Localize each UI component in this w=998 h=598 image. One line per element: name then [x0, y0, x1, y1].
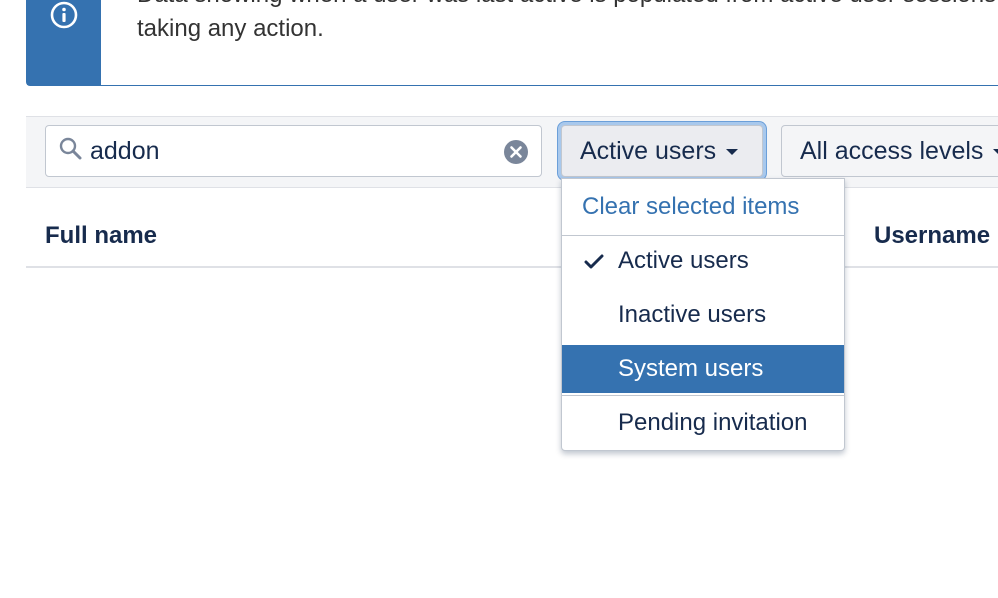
check-icon [584, 254, 604, 269]
access-level-label: All access levels [800, 136, 984, 165]
chevron-down-icon [993, 148, 998, 155]
menu-divider [562, 235, 844, 236]
menu-item-label: Active users [618, 247, 749, 274]
status-filter-menu: Clear selected items Active users Inacti… [561, 178, 845, 451]
banner-message: Data showing when a user was last active… [137, 0, 998, 46]
search-icon [59, 137, 82, 160]
status-filter-dropdown[interactable]: Active users [561, 125, 763, 177]
info-icon [50, 1, 78, 29]
users-table-header: Full name Username [26, 188, 998, 268]
clear-selected-items-link[interactable]: Clear selected items [582, 193, 799, 221]
search-input[interactable] [90, 132, 490, 170]
menu-item-active-users[interactable]: Active users [562, 237, 844, 287]
menu-item-label: System users [618, 355, 764, 382]
menu-item-label: Inactive users [618, 301, 767, 328]
user-management-page: Data showing when a user was last active… [0, 0, 998, 598]
column-header-full-name[interactable]: Full name [45, 222, 157, 250]
banner-line-1: Data showing when a user was last active… [137, 0, 998, 12]
search-box[interactable] [45, 125, 542, 177]
menu-item-pending-invitation[interactable]: Pending invitation [562, 399, 844, 449]
banner-stripe [27, 0, 101, 85]
column-header-username[interactable]: Username [874, 222, 990, 250]
menu-item-inactive-users[interactable]: Inactive users [562, 291, 844, 341]
banner-line-2: taking any action. [137, 15, 324, 42]
status-filter-label: Active users [580, 136, 717, 165]
filter-bar: Active users All access levels [26, 116, 998, 188]
menu-item-label: Pending invitation [618, 409, 808, 436]
menu-item-system-users[interactable]: System users [562, 345, 844, 393]
clear-icon[interactable] [503, 139, 529, 165]
access-level-dropdown[interactable]: All access levels [781, 125, 998, 177]
menu-divider [562, 395, 844, 396]
info-banner: Data showing when a user was last active… [26, 0, 998, 86]
chevron-down-icon [726, 148, 739, 155]
